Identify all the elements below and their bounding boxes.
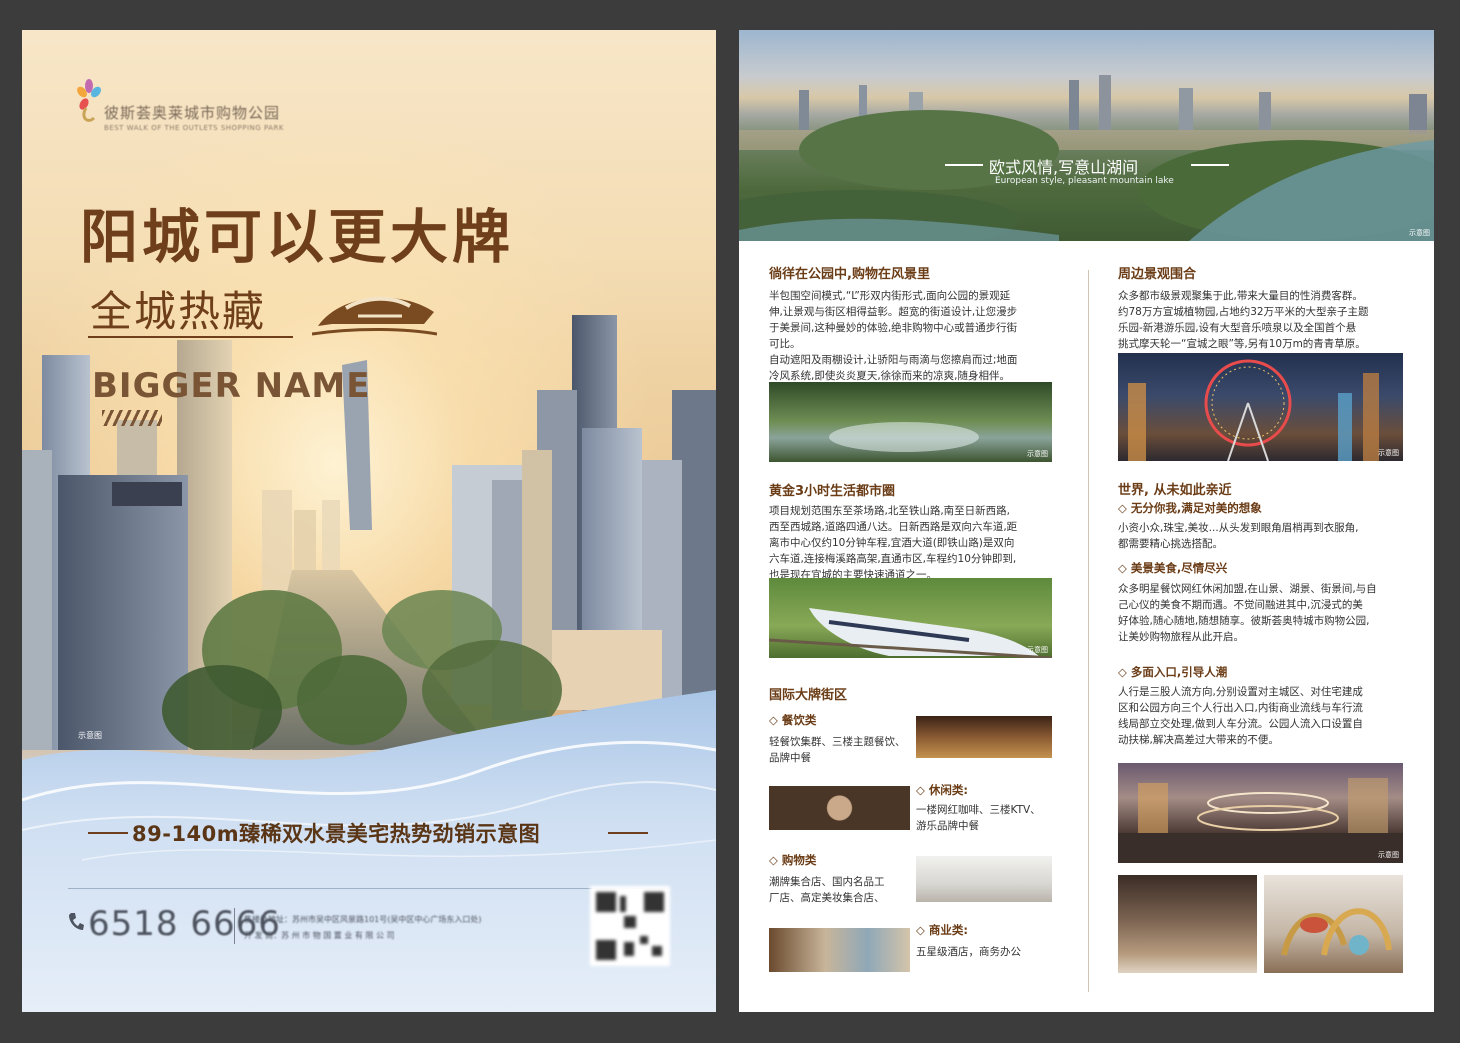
subheadline: 全城热藏 <box>90 287 267 336</box>
section-title-park: 徜徉在公园中,购物在风景里 <box>769 267 930 282</box>
subheadline-underline <box>88 336 293 338</box>
section-body-surroundings: 众多都市级景观聚集于此,带来大量目的性消费客群。 约78万方宣城植物园,占地约3… <box>1118 290 1369 350</box>
footer-divider <box>68 888 668 889</box>
feature-entrances-desc: 人行是三股人流方向,分别设置对主城区、对住宅建成 区和公园方向三个人行出入口,内… <box>1118 686 1363 746</box>
category-leisure-desc: 一楼网红咖啡、三楼KTV、 游乐品牌中餐 <box>916 804 1041 832</box>
flyer-front-page: 彼斯荟奥莱城市购物公园 BEST WALK OF THE OUTLETS SHO… <box>22 30 716 1012</box>
mall-atrium-photo <box>1118 875 1257 973</box>
logo-name-en: BEST WALK OF THE OUTLETS SHOPPING PARK <box>104 124 284 132</box>
address-line-2: 开 发 商：苏 州 市 物 国 置 业 有 限 公 司 <box>244 931 395 940</box>
section-title-world: 世界, 从未如此亲近 <box>1118 483 1232 498</box>
address-line-1: 售楼处地址：苏州市吴中区风景路101号(吴中区中心广场东入口处) <box>244 915 482 924</box>
logo-mark-icon <box>77 79 101 122</box>
tagline: 89-140m臻稀双水景美宅热势劲销示意图 <box>132 822 541 846</box>
city-skyline-graphic <box>739 75 1434 241</box>
section-body-3h-circle: 项目规划范围东至茶场路,北至铁山路,南至日新西路, 西至西城路,道路四通八达。日… <box>769 505 1018 581</box>
city-skyline-photo <box>22 315 716 750</box>
section-title-surroundings: 周边景观围合 <box>1118 267 1197 282</box>
ferris-wheel-night-photo: 示意图 <box>1118 353 1403 461</box>
store-interior-photo <box>916 856 1052 902</box>
phone-icon <box>69 913 84 930</box>
hotel-room-photo <box>769 928 910 972</box>
category-leisure: ◇ 休闲类: <box>916 783 968 797</box>
tagline-line-left <box>88 832 128 834</box>
hatch-decoration <box>102 410 162 426</box>
feature-entrances: ◇ 多面入口,引导人潮 <box>1118 665 1228 679</box>
section-body-park: 半包围空间模式,“L”形双内街形式,面向公园的景观延 伸,让景观与街区相得益彰。… <box>769 290 1018 382</box>
logo-name-cn: 彼斯荟奥莱城市购物公园 <box>104 104 281 122</box>
category-business-desc: 五星级酒店，商务办公 <box>916 946 1021 958</box>
banner-slogan-en: European style, pleasant mountain lake <box>995 176 1174 186</box>
feature-beauty: ◇ 无分你我,满足对美的想象 <box>1118 501 1262 515</box>
banner-slogan-cn: 欧式风情,写意山湖间 <box>989 158 1139 177</box>
column-separator <box>1088 270 1089 992</box>
city-lake-banner-photo: 欧式风情,写意山湖间 European style, pleasant moun… <box>739 30 1434 241</box>
feature-food-desc: 众多明星餐饮网红休闲加盟,在山景、湖景、街景间,与自 己心仪的美食不期而遇。不觉… <box>1118 583 1377 643</box>
headline: 阳城可以更大牌 <box>80 203 515 271</box>
footer-separator <box>234 908 235 944</box>
slogan-line-left <box>945 164 983 166</box>
category-dining-desc: 轻餐饮集群、三楼主题餐饮、 品牌中餐 <box>769 736 906 764</box>
tagline-line-right <box>608 832 648 834</box>
park-mist-photo: 示意图 <box>769 382 1052 462</box>
category-shopping-desc: 潮牌集合店、国内名品工 厂店、高定美妆集合店、 <box>769 876 885 904</box>
flyer-back-page: 欧式风情,写意山湖间 European style, pleasant moun… <box>739 30 1434 1012</box>
section-title-brand-street: 国际大牌街区 <box>769 688 848 703</box>
slogan-line-right <box>1191 164 1229 166</box>
mall-plaza-photo: 示意图 <box>1118 763 1403 863</box>
banner-caption: 示意图 <box>1409 229 1430 237</box>
category-shopping: ◇ 购物类 <box>769 853 817 867</box>
bullet-train-photo: 示意图 <box>769 578 1052 658</box>
coffee-photo <box>769 786 910 830</box>
feature-food: ◇ 美景美食,尽情尽兴 <box>1118 561 1228 575</box>
qr-code[interactable] <box>590 886 670 966</box>
feature-beauty-desc: 小资小众,珠宝,美妆...从头发到眼角眉梢再到衣服角, 都需要精心挑选搭配。 <box>1118 522 1359 550</box>
golden-fish-sculpture-photo <box>1264 875 1403 973</box>
category-business: ◇ 商业类: <box>916 923 968 937</box>
category-dining: ◇ 餐饮类 <box>769 713 817 727</box>
photo-caption: 示意图 <box>78 731 102 740</box>
english-title: BIGGER NAME <box>92 366 371 406</box>
train-icon <box>312 296 437 336</box>
section-title-3h-circle: 黄金3小时生活都市圈 <box>769 484 896 499</box>
dining-photo <box>916 716 1052 758</box>
